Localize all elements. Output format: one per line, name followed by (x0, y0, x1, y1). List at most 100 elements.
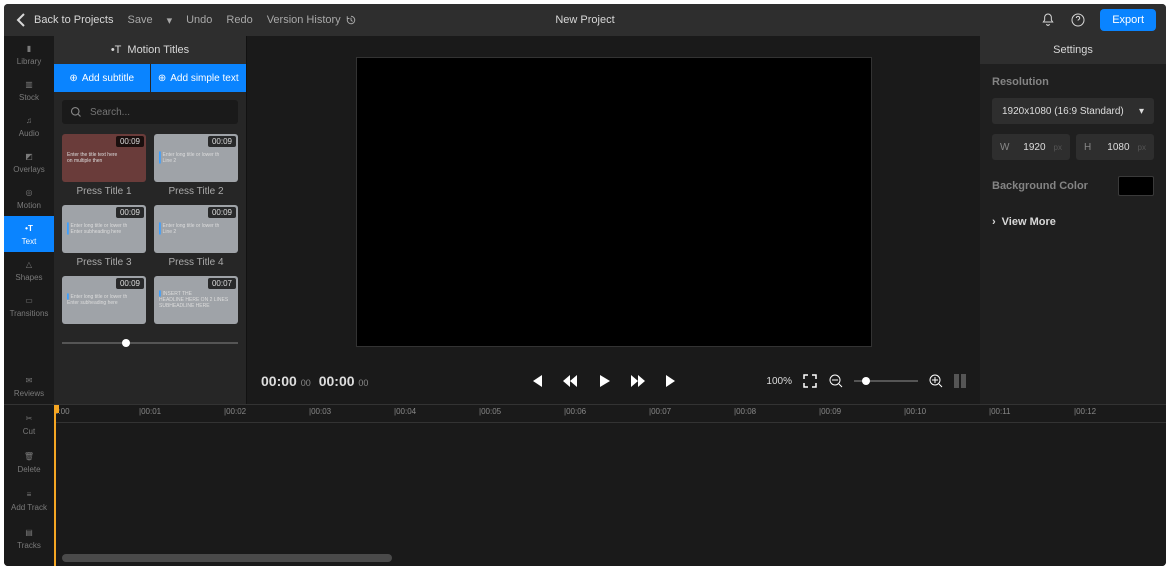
center-area: 00:00 00 00:00 00 100% (247, 36, 980, 404)
rail-transitions[interactable]: ▭ Transitions (4, 288, 54, 324)
bg-color-swatch[interactable] (1118, 176, 1154, 196)
ruler-tick: |00:09 (819, 407, 841, 416)
cut-tool[interactable]: ✂Cut (4, 405, 54, 443)
tracks-icon: ▤ (22, 527, 36, 539)
panel-thumb-size-slider[interactable] (62, 342, 238, 344)
settings-body: Resolution 1920x1080 (16:9 Standard) ▾ W… (980, 64, 1166, 240)
rail-label: Shapes (15, 273, 42, 282)
trash-icon: 🗑 (22, 451, 36, 463)
delete-tool[interactable]: 🗑Delete (4, 443, 54, 481)
redo-button[interactable]: Redo (226, 14, 252, 26)
version-history-label: Version History (267, 14, 341, 26)
panel-buttons: ⊕ Add subtitle ⊕ Add simple text (54, 64, 246, 92)
preview-canvas[interactable] (356, 57, 872, 347)
tool-label: Add Track (11, 503, 47, 512)
tile-thumb[interactable]: 00:09▌Enter long title or lower thEnter … (62, 276, 146, 324)
tile-thumb[interactable]: 00:09 ▌Enter long title or lower th▌Line … (154, 205, 238, 253)
tile-thumb[interactable]: 00:09▌Enter long title or lower th▌Line … (154, 134, 238, 182)
zoom-in-icon[interactable] (928, 373, 944, 389)
ruler-tick: |00:01 (139, 407, 161, 416)
undo-button[interactable]: Undo (186, 14, 212, 26)
back-to-projects-link[interactable]: Back to Projects (14, 12, 113, 28)
tile-preview-text: ▌Enter long title or lower th▌Line 2 (159, 223, 219, 235)
tile-preview-text: ▌Enter long title or lower th▌Enter subh… (67, 223, 127, 235)
w-prefix: W (1000, 142, 1009, 153)
rail-label: Transitions (10, 309, 49, 318)
ruler-tick: |00:11 (989, 407, 1011, 416)
fullscreen-icon[interactable] (802, 373, 818, 389)
play-icon[interactable] (596, 373, 612, 389)
tiles-grid: 00:09 Enter the title text hereon multipl… (54, 134, 246, 336)
tile-label: Press Title 2 (154, 186, 238, 197)
timeline[interactable]: 0:00|00:01|00:02|00:03|00:04|00:05|00:06… (54, 405, 1166, 566)
chat-icon: ✉ (22, 375, 36, 387)
ruler-tick: |00:06 (564, 407, 586, 416)
zoom-slider[interactable] (854, 380, 918, 382)
preview-area (247, 36, 980, 358)
tile-2: 00:09▌Enter long title or lower th▌Line … (154, 134, 238, 197)
resolution-dropdown[interactable]: 1920x1080 (16:9 Standard) ▾ (992, 98, 1154, 124)
timeline-scrollbar[interactable] (62, 554, 392, 562)
tracks-tool[interactable]: ▤Tracks (4, 519, 54, 557)
history-icon (345, 14, 357, 26)
current-time: 00:00 (261, 373, 297, 389)
rail-audio[interactable]: ♫Audio (4, 108, 54, 144)
rewind-icon[interactable] (562, 373, 578, 389)
ruler-tick: |00:12 (1074, 407, 1096, 416)
zoom-value: 100% (766, 376, 792, 387)
ruler-tick: |00:08 (734, 407, 756, 416)
search-icon (70, 106, 82, 118)
width-field[interactable]: W 1920 px (992, 134, 1070, 160)
rail-library[interactable]: ▮Library (4, 36, 54, 72)
export-button[interactable]: Export (1100, 9, 1156, 31)
tile-duration: 00:09 (208, 207, 236, 218)
search-box[interactable] (62, 100, 238, 124)
save-dropdown-icon[interactable]: ▾ (167, 14, 173, 27)
version-history-button[interactable]: Version History (267, 14, 357, 26)
time-ruler[interactable]: 0:00|00:01|00:02|00:03|00:04|00:05|00:06… (54, 405, 1166, 423)
help-icon[interactable] (1070, 12, 1086, 28)
tile-thumb[interactable]: 00:09 Enter the title text hereon multipl… (62, 134, 146, 182)
time-display: 00:00 00 00:00 00 (261, 373, 368, 389)
top-bar: Back to Projects Save ▾ Undo Redo Versio… (4, 4, 1166, 36)
search-input[interactable] (90, 107, 230, 118)
rail-motion[interactable]: ◎Motion (4, 180, 54, 216)
view-more-toggle[interactable]: › View More (992, 216, 1154, 228)
w-suffix: px (1054, 143, 1062, 152)
rail-text[interactable]: •TText (4, 216, 54, 252)
rail-shapes[interactable]: △Shapes (4, 252, 54, 288)
tile-thumb[interactable]: 00:09▌Enter long title or lower th▌Enter… (62, 205, 146, 253)
skip-end-icon[interactable] (664, 373, 680, 389)
app-root: Back to Projects Save ▾ Undo Redo Versio… (4, 4, 1166, 566)
rail-stock[interactable]: ▥Stock (4, 72, 54, 108)
add-simple-text-button[interactable]: ⊕ Add simple text (151, 64, 247, 92)
tile-duration: 00:09 (116, 136, 144, 147)
save-menu[interactable]: Save (127, 14, 152, 26)
add-subtitle-label: Add subtitle (82, 73, 134, 84)
audio-meters-icon (954, 374, 966, 388)
panel-title: •T Motion Titles (54, 36, 246, 64)
zoom-out-icon[interactable] (828, 373, 844, 389)
right-controls: 100% (766, 373, 966, 389)
tile-preview-text: ▌Enter long title or lower th▌Line 2 (159, 152, 219, 164)
add-subtitle-button[interactable]: ⊕ Add subtitle (54, 64, 150, 92)
skip-start-icon[interactable] (528, 373, 544, 389)
add-track-tool[interactable]: ≡ Add Track (4, 481, 54, 519)
tile-thumb[interactable]: 00:07▌INSERT THEHEADLINE HERE ON 2 LINES… (154, 276, 238, 324)
tile-duration: 00:09 (116, 278, 144, 289)
w-value: 1920 (1017, 142, 1045, 153)
add-track-icon: ≡ (22, 489, 36, 501)
rail-overlays[interactable]: ◩Overlays (4, 144, 54, 180)
rail-reviews[interactable]: ✉Reviews (4, 368, 54, 404)
chevron-right-icon: › (992, 216, 996, 228)
height-field[interactable]: H1080px (1076, 134, 1154, 160)
fast-forward-icon[interactable] (630, 373, 646, 389)
playback-controls: 00:00 00 00:00 00 100% (247, 358, 980, 404)
h-prefix: H (1084, 142, 1091, 153)
ruler-tick: |00:05 (479, 407, 501, 416)
tile-label: Press Title 3 (62, 257, 146, 268)
tile-preview-text: Enter the title text hereon multiple the… (67, 152, 117, 164)
transitions-icon: ▭ (22, 295, 36, 307)
bell-icon[interactable] (1040, 12, 1056, 28)
playhead[interactable] (54, 405, 56, 566)
